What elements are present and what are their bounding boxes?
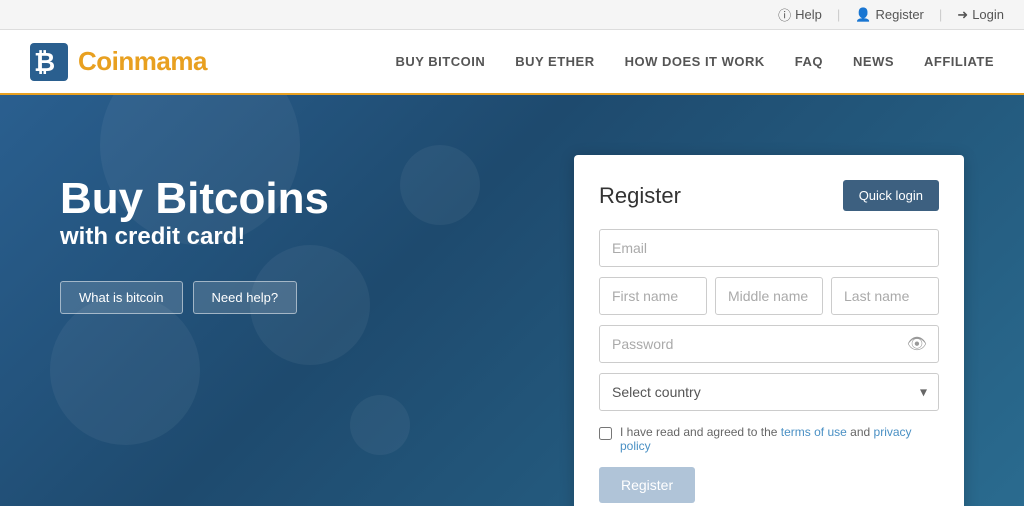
logo-text: Coinmama: [78, 46, 207, 77]
nav-news[interactable]: NEWS: [853, 54, 894, 69]
login-icon: ➜: [957, 7, 968, 23]
name-row: [599, 277, 939, 315]
main-nav: ₿ Coinmama BUY BITCOIN BUY ETHER HOW DOE…: [0, 30, 1024, 95]
register-header: Register Quick login: [599, 180, 939, 211]
email-input[interactable]: [599, 229, 939, 267]
middle-name-input[interactable]: [715, 277, 823, 315]
logo: ₿ Coinmama: [30, 43, 207, 81]
bubble-decoration: [350, 395, 410, 455]
svg-text:₿: ₿: [34, 47, 55, 77]
nav-how-it-works[interactable]: HOW DOES IT WORK: [625, 54, 765, 69]
nav-faq[interactable]: FAQ: [795, 54, 823, 69]
email-group: [599, 229, 939, 267]
nav-buy-ether[interactable]: BUY ETHER: [515, 54, 594, 69]
first-name-input[interactable]: [599, 277, 707, 315]
bubble-decoration: [250, 245, 370, 365]
password-group: 👁: [599, 325, 939, 363]
last-name-input[interactable]: [831, 277, 939, 315]
country-select[interactable]: Select country United States United King…: [599, 373, 939, 411]
help-icon: ⓘ: [778, 5, 791, 24]
register-submit-button[interactable]: Register: [599, 467, 695, 503]
terms-checkbox[interactable]: [599, 427, 612, 440]
terms-text: I have read and agreed to the terms of u…: [620, 425, 939, 453]
top-bar: ⓘ Help | 👤 Register | ➜ Login: [0, 0, 1024, 30]
nav-affiliate[interactable]: AFFILIATE: [924, 54, 994, 69]
terms-row: I have read and agreed to the terms of u…: [599, 425, 939, 453]
help-link[interactable]: ⓘ Help: [778, 5, 822, 24]
divider1: |: [837, 7, 840, 22]
bubble-decoration: [400, 145, 480, 225]
quick-login-button[interactable]: Quick login: [843, 180, 939, 211]
password-input[interactable]: [599, 325, 939, 363]
login-link[interactable]: ➜ Login: [957, 7, 1004, 23]
person-icon: 👤: [855, 7, 871, 23]
country-group: Select country United States United King…: [599, 373, 939, 411]
register-title: Register: [599, 183, 681, 209]
nav-buy-bitcoin[interactable]: BUY BITCOIN: [395, 54, 485, 69]
hero-section: Buy Bitcoins with credit card! What is b…: [0, 95, 1024, 506]
terms-of-use-link[interactable]: terms of use: [781, 425, 847, 439]
register-link[interactable]: 👤 Register: [855, 7, 924, 23]
logo-icon: ₿: [30, 43, 68, 81]
bubble-decoration: [50, 295, 200, 445]
register-card: Register Quick login 👁 Select country Un…: [574, 155, 964, 506]
show-password-icon[interactable]: 👁: [907, 334, 927, 354]
nav-links: BUY BITCOIN BUY ETHER HOW DOES IT WORK F…: [395, 54, 994, 69]
divider2: |: [939, 7, 942, 22]
